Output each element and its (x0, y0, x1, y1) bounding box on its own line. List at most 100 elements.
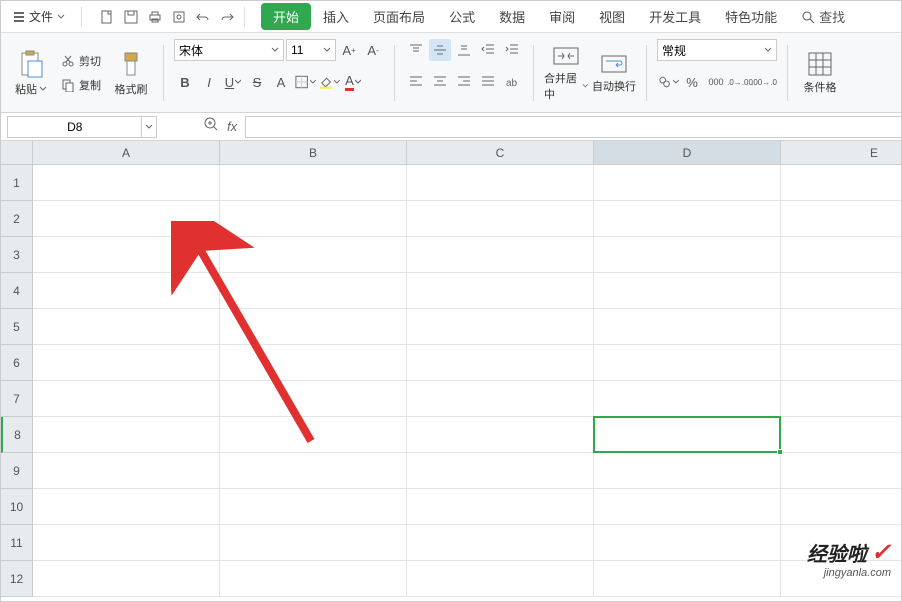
tab-insert[interactable]: 插入 (311, 3, 361, 30)
zoom-icon[interactable] (203, 116, 219, 137)
cell[interactable] (407, 201, 594, 237)
cell[interactable] (33, 417, 220, 453)
cell[interactable] (781, 201, 901, 237)
row-header[interactable]: 8 (1, 417, 33, 453)
tab-view[interactable]: 视图 (587, 3, 637, 30)
decrease-decimal-button[interactable]: .00→.0 (753, 71, 775, 93)
font-color-button[interactable]: A (342, 71, 364, 93)
justify-button[interactable] (477, 71, 499, 93)
column-header[interactable]: A (33, 141, 220, 165)
cell[interactable] (33, 381, 220, 417)
cell[interactable] (781, 273, 901, 309)
name-box-dropdown[interactable] (141, 117, 156, 137)
file-menu[interactable]: 文件 (5, 6, 73, 27)
row-header[interactable]: 12 (1, 561, 33, 597)
cell[interactable] (781, 453, 901, 489)
cell[interactable] (407, 309, 594, 345)
row-header[interactable]: 11 (1, 525, 33, 561)
redo-icon[interactable] (218, 8, 236, 26)
tab-special[interactable]: 特色功能 (713, 3, 789, 30)
tab-dev[interactable]: 开发工具 (637, 3, 713, 30)
fx-icon[interactable]: fx (227, 118, 237, 136)
cell[interactable] (407, 417, 594, 453)
row-header[interactable]: 1 (1, 165, 33, 201)
fill-color-button[interactable] (318, 71, 340, 93)
increase-font-button[interactable]: A+ (338, 39, 360, 61)
merge-center-button[interactable]: 合并居中 (544, 41, 588, 105)
currency-button[interactable] (657, 71, 679, 93)
cell[interactable] (220, 309, 407, 345)
cell[interactable] (594, 489, 781, 525)
row-header[interactable]: 10 (1, 489, 33, 525)
row-header[interactable]: 4 (1, 273, 33, 309)
typography-button[interactable]: A (270, 71, 292, 93)
cell[interactable] (594, 453, 781, 489)
cell[interactable] (220, 237, 407, 273)
decrease-font-button[interactable]: A- (362, 39, 384, 61)
cell[interactable] (781, 165, 901, 201)
tab-data[interactable]: 数据 (487, 3, 537, 30)
column-header[interactable]: B (220, 141, 407, 165)
cell[interactable] (781, 237, 901, 273)
comma-button[interactable]: 000 (705, 71, 727, 93)
cell[interactable] (220, 525, 407, 561)
cell[interactable] (407, 561, 594, 597)
cell[interactable] (781, 489, 901, 525)
cell[interactable] (407, 345, 594, 381)
cell[interactable] (33, 525, 220, 561)
select-all-corner[interactable] (1, 141, 33, 165)
align-bottom-button[interactable] (453, 39, 475, 61)
cell[interactable] (220, 201, 407, 237)
conditional-format-button[interactable]: 条件格 (798, 41, 842, 105)
print-preview-icon[interactable] (170, 8, 188, 26)
percent-button[interactable]: % (681, 71, 703, 93)
cell[interactable] (594, 309, 781, 345)
cell[interactable] (220, 273, 407, 309)
cell[interactable] (594, 201, 781, 237)
cell[interactable] (220, 561, 407, 597)
cell[interactable] (33, 489, 220, 525)
cell[interactable] (781, 309, 901, 345)
cell[interactable] (594, 237, 781, 273)
cell[interactable] (594, 525, 781, 561)
font-size-select[interactable]: 11 (286, 39, 336, 61)
wrap-text-button[interactable]: 自动换行 (592, 41, 636, 105)
column-header[interactable]: D (594, 141, 781, 165)
cell[interactable] (594, 381, 781, 417)
cell[interactable] (220, 453, 407, 489)
border-button[interactable] (294, 71, 316, 93)
paste-button[interactable]: 粘贴 (9, 41, 53, 105)
row-header[interactable]: 5 (1, 309, 33, 345)
name-box[interactable] (7, 116, 157, 138)
decrease-indent-button[interactable] (477, 39, 499, 61)
row-header[interactable]: 7 (1, 381, 33, 417)
format-painter-button[interactable]: 格式刷 (109, 41, 153, 105)
tab-formula[interactable]: 公式 (437, 3, 487, 30)
cell[interactable] (407, 237, 594, 273)
cell[interactable] (33, 309, 220, 345)
cell[interactable] (594, 273, 781, 309)
cell[interactable] (781, 345, 901, 381)
cell[interactable] (781, 417, 901, 453)
print-icon[interactable] (146, 8, 164, 26)
number-format-select[interactable]: 常规 (657, 39, 777, 61)
cell[interactable] (407, 489, 594, 525)
cell[interactable] (33, 237, 220, 273)
tab-start[interactable]: 开始 (261, 3, 311, 30)
cell[interactable] (33, 561, 220, 597)
font-name-select[interactable]: 宋体 (174, 39, 284, 61)
cell[interactable] (594, 417, 781, 453)
cell[interactable] (220, 489, 407, 525)
align-left-button[interactable] (405, 71, 427, 93)
align-top-button[interactable] (405, 39, 427, 61)
increase-decimal-button[interactable]: .0→.00 (729, 71, 751, 93)
search-button[interactable]: 查找 (801, 7, 845, 26)
cell[interactable] (33, 273, 220, 309)
cell[interactable] (594, 165, 781, 201)
cell[interactable] (407, 165, 594, 201)
cell[interactable] (220, 417, 407, 453)
cell[interactable] (33, 201, 220, 237)
cell[interactable] (220, 381, 407, 417)
underline-button[interactable]: U (222, 71, 244, 93)
align-right-button[interactable] (453, 71, 475, 93)
